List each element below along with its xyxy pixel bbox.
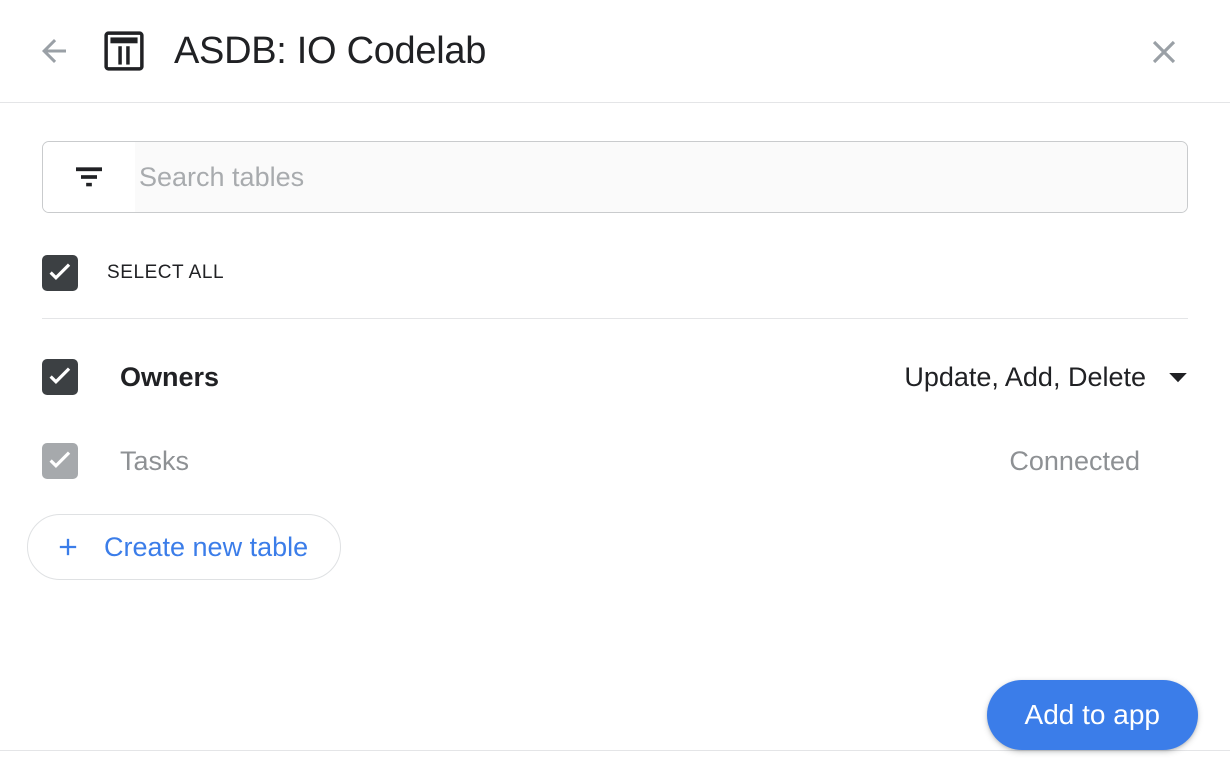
table-name: Owners bbox=[120, 361, 220, 392]
chevron-down-icon bbox=[1168, 367, 1188, 387]
table-row: Tasks Connected bbox=[42, 434, 1188, 488]
add-tables-dialog: ASDB: IO Codelab Search tables SELECT AL… bbox=[0, 0, 1230, 782]
permissions-dropdown[interactable]: Update, Add, Delete bbox=[904, 362, 1188, 393]
add-to-app-button[interactable]: Add to app bbox=[986, 679, 1198, 750]
filter-icon bbox=[76, 167, 102, 187]
select-all-label: SELECT ALL bbox=[107, 262, 225, 283]
search-input[interactable] bbox=[135, 142, 1187, 212]
back-button[interactable] bbox=[30, 27, 78, 75]
permissions-label: Update, Add, Delete bbox=[904, 361, 1146, 392]
checkmark-icon bbox=[49, 263, 71, 281]
table-row[interactable]: Owners Update, Add, Delete bbox=[42, 350, 1188, 404]
search-bar bbox=[42, 141, 1188, 213]
status-badge: Connected bbox=[1009, 445, 1140, 476]
section-divider bbox=[42, 318, 1188, 319]
plus-icon bbox=[54, 533, 82, 561]
close-icon bbox=[1152, 40, 1176, 64]
select-all-checkbox[interactable] bbox=[42, 255, 78, 291]
dialog-header: ASDB: IO Codelab bbox=[0, 0, 1230, 103]
checkmark-icon bbox=[49, 367, 71, 385]
close-button[interactable] bbox=[1140, 28, 1188, 76]
dialog-footer: Add to app bbox=[0, 647, 1230, 782]
create-new-table-button[interactable]: Create new table bbox=[27, 514, 342, 580]
select-all-row[interactable]: SELECT ALL bbox=[42, 254, 1188, 292]
table-icon bbox=[104, 31, 144, 71]
table-name: Tasks bbox=[120, 445, 190, 476]
table-checkbox-owners[interactable] bbox=[42, 359, 78, 395]
page-title: ASDB: IO Codelab bbox=[174, 30, 487, 72]
create-new-table-label: Create new table bbox=[104, 531, 309, 562]
checkmark-icon bbox=[49, 451, 71, 469]
table-checkbox-tasks bbox=[42, 443, 78, 479]
back-arrow-icon bbox=[42, 39, 66, 63]
filter-button[interactable] bbox=[43, 142, 135, 212]
app-table-icon bbox=[100, 27, 148, 75]
